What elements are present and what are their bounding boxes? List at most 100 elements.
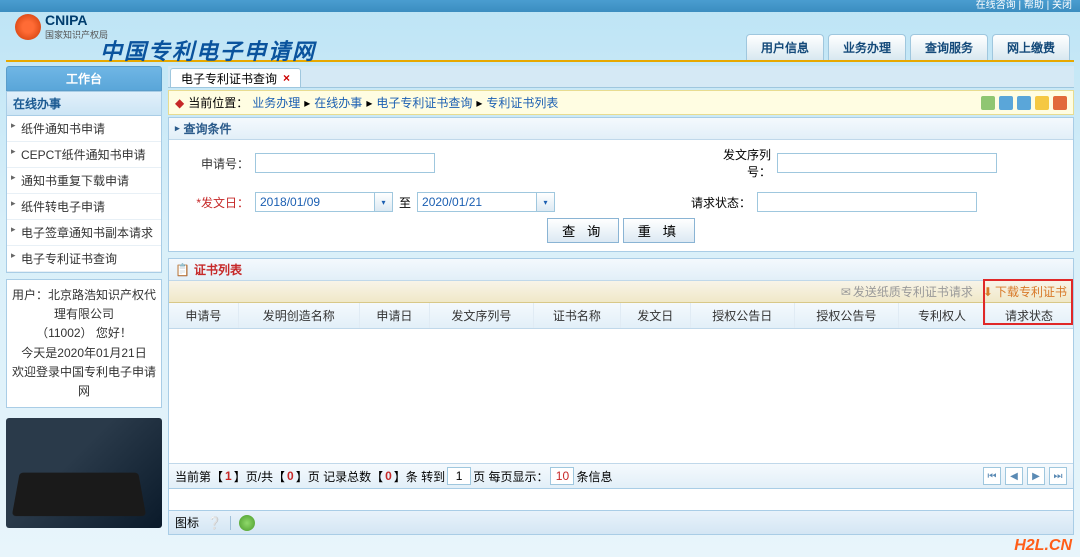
- query-button[interactable]: 查 询: [547, 218, 619, 243]
- table-body-empty: [169, 329, 1073, 463]
- main-nav: 用户信息 业务办理 查询服务 网上缴费: [746, 34, 1070, 60]
- site-title: 中国专利电子申请网: [100, 34, 316, 66]
- globe-icon[interactable]: [239, 515, 255, 531]
- sidebar-item-esign-copy[interactable]: 电子签章通知书副本请求: [7, 220, 161, 246]
- col-grant-no[interactable]: 授权公告号: [794, 303, 898, 329]
- pg-t4: 】条 转到: [394, 468, 445, 485]
- bc-prefix: 当前位置：: [188, 94, 248, 111]
- warning-icon[interactable]: [1035, 96, 1049, 110]
- status-label: 请求状态：: [681, 194, 751, 211]
- help-circle-icon[interactable]: ❔: [207, 516, 222, 530]
- refresh-icon[interactable]: [999, 96, 1013, 110]
- search-panel-title: 查询条件: [184, 120, 232, 137]
- send-icon: ✉: [841, 285, 851, 299]
- bc-cert-query[interactable]: 电子专利证书查询: [376, 94, 472, 111]
- col-grant-date[interactable]: 授权公告日: [690, 303, 794, 329]
- settings-icon[interactable]: [981, 96, 995, 110]
- sidebar-item-cert-query[interactable]: 电子专利证书查询: [7, 246, 161, 272]
- last-page-button[interactable]: ⏭: [1049, 467, 1067, 485]
- date-to-picker-icon[interactable]: ▾: [537, 192, 555, 212]
- sidebar-section-online[interactable]: 在线办事: [7, 92, 161, 116]
- pg-current: 1: [225, 469, 232, 483]
- list-panel: 📋 证书列表 ✉ 发送纸质专利证书请求 ⬇ 下载专利证书 申请号 发明创造名称: [168, 258, 1074, 489]
- date-from-picker-icon[interactable]: ▾: [375, 192, 393, 212]
- bc-sep: ▸: [366, 96, 372, 110]
- download-icon: ⬇: [983, 285, 993, 299]
- pager: 当前第【 1 】页/共【 0 】页 记录总数【 0 】条 转到 页 每页显示： …: [169, 463, 1073, 488]
- perpage-input[interactable]: [550, 467, 574, 485]
- list-panel-title: 证书列表: [194, 261, 242, 278]
- pg-t2: 】页/共【: [234, 468, 285, 485]
- date-from-input[interactable]: [255, 192, 375, 212]
- sidebar-keyboard-image: [6, 418, 162, 528]
- sidebar-panel: 在线办事 纸件通知书申请 CEPCT纸件通知书申请 通知书重复下载申请 纸件转电…: [6, 91, 162, 273]
- pg-total: 0: [287, 469, 294, 483]
- watermark: H2L.CN: [1014, 537, 1072, 555]
- reset-button[interactable]: 重 填: [623, 218, 695, 243]
- top-util-bar: 在线咨询 | 帮助 | 关闭: [0, 0, 1080, 12]
- top-links[interactable]: 在线咨询 | 帮助 | 关闭: [976, 0, 1072, 11]
- sidebar-item-redownload[interactable]: 通知书重复下载申请: [7, 168, 161, 194]
- logo-icon: [15, 14, 41, 40]
- bc-sep: ▸: [304, 96, 310, 110]
- bc-cert-list[interactable]: 专利证书列表: [486, 94, 558, 111]
- content-area: 电子专利证书查询 × ◆ 当前位置： 业务办理 ▸ 在线办事 ▸ 电子专利证书查…: [168, 66, 1074, 526]
- nav-payment[interactable]: 网上缴费: [992, 34, 1070, 60]
- status-label: 图标: [175, 514, 199, 531]
- pg-records: 0: [385, 469, 392, 483]
- col-app-date[interactable]: 申请日: [359, 303, 429, 329]
- seq-input[interactable]: [777, 153, 997, 173]
- app-no-label: 申请号：: [189, 155, 249, 172]
- send-paper-cert-button[interactable]: ✉ 发送纸质专利证书请求: [841, 283, 973, 300]
- user-greet: （11002） 您好！: [11, 324, 157, 343]
- nav-user-info[interactable]: 用户信息: [746, 34, 824, 60]
- bc-online[interactable]: 在线办事: [314, 94, 362, 111]
- nav-business[interactable]: 业务办理: [828, 34, 906, 60]
- col-seq[interactable]: 发文序列号: [429, 303, 533, 329]
- list-panel-header[interactable]: 📋 证书列表: [169, 259, 1073, 281]
- pg-t6: 条信息: [576, 468, 612, 485]
- seq-label: 发文序列号：: [701, 146, 771, 180]
- sidebar: 工作台 在线办事 纸件通知书申请 CEPCT纸件通知书申请 通知书重复下载申请 …: [6, 66, 162, 526]
- toolbar-icons: [981, 96, 1067, 110]
- col-send-date[interactable]: 发文日: [620, 303, 690, 329]
- user-org: 用户：北京路浩知识产权代理有限公司: [11, 286, 157, 324]
- sidebar-title: 工作台: [6, 66, 162, 91]
- user-welcome: 欢迎登录中国专利电子申请网: [11, 363, 157, 401]
- app-no-input[interactable]: [255, 153, 435, 173]
- col-app-no[interactable]: 申请号: [169, 303, 238, 329]
- download-label: 下载专利证书: [995, 283, 1067, 300]
- close-icon[interactable]: ×: [283, 71, 290, 85]
- sidebar-item-cepct[interactable]: CEPCT纸件通知书申请: [7, 142, 161, 168]
- send-paper-label: 发送纸质专利证书请求: [853, 283, 973, 300]
- nav-query[interactable]: 查询服务: [910, 34, 988, 60]
- pg-t5: 页 每页显示：: [473, 468, 548, 485]
- first-page-button[interactable]: ⏮: [983, 467, 1001, 485]
- bc-business[interactable]: 业务办理: [252, 94, 300, 111]
- col-cert-name[interactable]: 证书名称: [533, 303, 620, 329]
- pg-t3: 】页 记录总数【: [296, 468, 383, 485]
- breadcrumb: ◆ 当前位置： 业务办理 ▸ 在线办事 ▸ 电子专利证书查询 ▸ 专利证书列表: [168, 90, 1074, 115]
- doc-tab-cert-query[interactable]: 电子专利证书查询 ×: [170, 68, 301, 87]
- list-icon: 📋: [175, 263, 190, 277]
- status-input[interactable]: [757, 192, 977, 212]
- sidebar-item-paper-to-elec[interactable]: 纸件转电子申请: [7, 194, 161, 220]
- bc-sep: ▸: [476, 96, 482, 110]
- search-panel-header[interactable]: ▸ 查询条件: [169, 118, 1073, 140]
- status-bar: 图标 ❔: [168, 510, 1074, 535]
- col-invention-name[interactable]: 发明创造名称: [238, 303, 359, 329]
- help-icon[interactable]: [1053, 96, 1067, 110]
- download-cert-button[interactable]: ⬇ 下载专利证书: [983, 283, 1067, 300]
- keyboard-graphic: [12, 473, 146, 516]
- prev-page-button[interactable]: ◀: [1005, 467, 1023, 485]
- search-panel: ▸ 查询条件 申请号： 发文序列号： *发文日： ▾ 至 ▾: [168, 117, 1074, 252]
- col-req-status[interactable]: 请求状态: [985, 303, 1072, 329]
- export-icon[interactable]: [1017, 96, 1031, 110]
- next-page-button[interactable]: ▶: [1027, 467, 1045, 485]
- goto-page-input[interactable]: [447, 467, 471, 485]
- date-to-input[interactable]: [417, 192, 537, 212]
- header: CNIPA 国家知识产权局 中国专利电子申请网 用户信息 业务办理 查询服务 网…: [0, 12, 1080, 60]
- sidebar-item-paper-notice[interactable]: 纸件通知书申请: [7, 116, 161, 142]
- col-patentee[interactable]: 专利权人: [898, 303, 985, 329]
- document-tabs: 电子专利证书查询 ×: [168, 66, 1074, 88]
